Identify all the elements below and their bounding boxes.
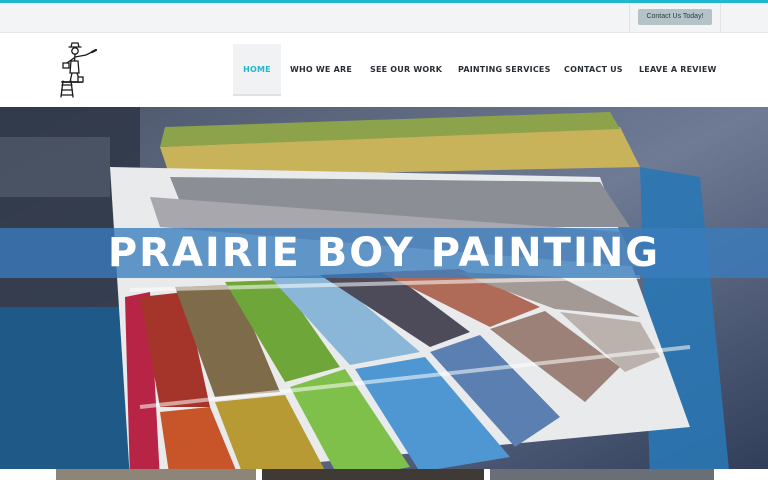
paint-swatch-fan-image xyxy=(0,107,768,480)
topbar-divider xyxy=(629,3,630,33)
hero-section: PRAIRIE BOY PAINTING xyxy=(0,107,768,480)
top-utility-bar: Contact Us Today! xyxy=(0,3,768,33)
nav-home[interactable]: HOME xyxy=(233,44,281,96)
main-navigation: HOME WHO WE ARE SEE OUR WORK PAINTING SE… xyxy=(0,44,768,96)
topbar-divider xyxy=(720,3,721,33)
site-header: HOME WHO WE ARE SEE OUR WORK PAINTING SE… xyxy=(0,33,768,107)
nav-leave-a-review[interactable]: LEAVE A REVIEW xyxy=(639,44,716,96)
nav-see-our-work[interactable]: SEE OUR WORK xyxy=(370,44,442,96)
contact-us-today-button[interactable]: Contact Us Today! xyxy=(638,9,712,25)
nav-who-we-are[interactable]: WHO WE ARE xyxy=(290,44,352,96)
nav-contact-us[interactable]: CONTACT US xyxy=(564,44,623,96)
hero-title: PRAIRIE BOY PAINTING xyxy=(107,230,661,276)
nav-painting-services[interactable]: PAINTING SERVICES xyxy=(458,44,550,96)
